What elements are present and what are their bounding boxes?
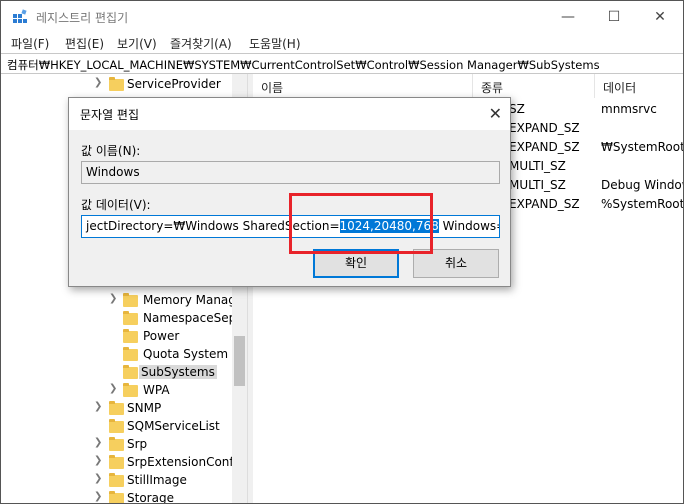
chevron-right-icon[interactable]: ❯	[94, 491, 104, 502]
column-header-name-label: 이름	[261, 81, 284, 95]
registry-app-icon	[13, 9, 27, 23]
folder-icon	[109, 77, 124, 91]
folder-icon	[109, 419, 124, 433]
row-type[interactable]: EXPAND_SZ	[509, 121, 580, 135]
address-path[interactable]: 컴퓨터₩HKEY_LOCAL_MACHINE₩SYSTEM₩CurrentCon…	[7, 57, 600, 73]
tree-item-label: Quota System	[143, 347, 229, 361]
row-data[interactable]: Debug Window	[601, 178, 683, 192]
tree-item-label: Memory Manage	[143, 293, 244, 307]
row-type[interactable]: EXPAND_SZ	[509, 197, 580, 211]
chevron-right-icon[interactable]: ❯	[94, 77, 104, 88]
menu-favorites[interactable]: 즐겨찾기(A)	[170, 35, 232, 52]
tree-item-label: SrpExtensionConfig	[127, 455, 245, 469]
menu-edit[interactable]: 편집(E)	[65, 35, 104, 52]
dialog-title: 문자열 편집	[80, 108, 140, 122]
row-type[interactable]: EXPAND_SZ	[509, 140, 580, 154]
value-name-label: 값 이름(N):	[81, 144, 141, 158]
tree-item-label: SQMServiceList	[127, 419, 220, 433]
window-title: 레지스트리 편집기	[36, 11, 129, 25]
row-type[interactable]: MULTI_SZ	[509, 178, 566, 192]
tree-item-label: ServiceProvider	[127, 77, 221, 91]
folder-icon	[123, 347, 138, 361]
value-data-text-tail: Windows=On Sub	[442, 219, 499, 233]
folder-icon	[109, 437, 124, 451]
chevron-right-icon[interactable]: ❯	[109, 383, 119, 394]
tree-item[interactable]: Quota System	[1, 346, 232, 364]
tree-item[interactable]: SQMServiceList	[1, 418, 232, 436]
folder-icon	[123, 311, 138, 325]
folder-icon	[109, 401, 124, 415]
tree-item[interactable]: ❯ Srp	[1, 436, 232, 454]
column-header-data-label: 데이터	[603, 81, 637, 95]
chevron-right-icon[interactable]: ❯	[94, 455, 104, 466]
folder-icon	[109, 455, 124, 469]
tree-item[interactable]: ❯ WPA	[1, 382, 232, 400]
tree-item-label: NamespaceSepa	[143, 311, 244, 325]
tree-item[interactable]: ❯ Memory Manage	[1, 292, 243, 310]
tree-item[interactable]: ❯ Storage	[1, 490, 232, 504]
value-name-field[interactable]: Windows	[81, 161, 500, 184]
tree-item[interactable]: Power	[1, 328, 232, 346]
edit-string-dialog: 문자열 편집 ✕ 값 이름(N): Windows 값 데이터(V): ject…	[68, 97, 511, 287]
tree-item-selected[interactable]: SubSystems	[1, 364, 232, 382]
row-data[interactable]: mnmsrvc	[601, 102, 657, 116]
address-bar[interactable]: 컴퓨터₩HKEY_LOCAL_MACHINE₩SYSTEM₩CurrentCon…	[1, 53, 683, 74]
tree-item[interactable]: ❯ ServiceProvider	[1, 76, 232, 94]
tree-item[interactable]: NamespaceSepa	[1, 310, 244, 328]
tree-scrollbar-thumb[interactable]	[234, 336, 245, 386]
row-data[interactable]: %SystemRoot%	[601, 197, 683, 211]
tree-item-label: SubSystems	[139, 365, 217, 379]
tree-item[interactable]: ❯ SrpExtensionConfig	[1, 454, 245, 472]
folder-icon	[109, 491, 124, 503]
tree-item-label: StillImage	[127, 473, 187, 487]
row-type[interactable]: SZ	[509, 102, 525, 116]
chevron-right-icon[interactable]: ❯	[109, 293, 119, 304]
column-header-data[interactable]: 데이터	[595, 74, 683, 98]
folder-icon	[123, 383, 138, 397]
tree-item-label: Power	[143, 329, 180, 343]
tree-item[interactable]: ❯ StillImage	[1, 472, 232, 490]
chevron-right-icon[interactable]: ❯	[94, 473, 104, 484]
title-bar: 레지스트리 편집기 — ☐ ✕	[1, 1, 683, 33]
row-type[interactable]: MULTI_SZ	[509, 159, 566, 173]
close-button[interactable]: ✕	[637, 1, 683, 33]
folder-icon	[123, 329, 138, 343]
dialog-close-icon[interactable]: ✕	[489, 104, 502, 123]
tree-item-label: WPA	[143, 383, 170, 397]
folder-icon	[109, 473, 124, 487]
registry-editor-window: 레지스트리 편집기 — ☐ ✕ 파일(F) 편집(E) 보기(V) 즐겨찾기(A…	[0, 0, 684, 504]
folder-icon	[123, 365, 138, 379]
column-header-type[interactable]: 종류	[473, 74, 595, 98]
column-header-name[interactable]: 이름	[253, 74, 473, 98]
minimize-button[interactable]: —	[545, 1, 591, 33]
menu-view[interactable]: 보기(V)	[117, 35, 157, 52]
tree-item-label: Srp	[127, 437, 148, 451]
menu-bar: 파일(F) 편집(E) 보기(V) 즐겨찾기(A) 도움말(H)	[1, 33, 683, 53]
red-highlight-box	[289, 193, 433, 254]
tree-item[interactable]: ❯ SNMP	[1, 400, 232, 418]
column-header-type-label: 종류	[481, 81, 504, 95]
folder-icon	[123, 293, 138, 307]
menu-help[interactable]: 도움말(H)	[249, 35, 301, 52]
dialog-title-bar: 문자열 편집 ✕	[69, 98, 510, 130]
chevron-right-icon[interactable]: ❯	[94, 437, 104, 448]
tree-item-label: SNMP	[127, 401, 162, 415]
row-data[interactable]: ₩SystemRoot₩	[601, 140, 683, 154]
chevron-right-icon[interactable]: ❯	[94, 401, 104, 412]
menu-file[interactable]: 파일(F)	[11, 35, 49, 52]
maximize-button[interactable]: ☐	[591, 1, 637, 33]
tree-item-label: Storage	[127, 491, 174, 504]
value-data-label: 값 데이터(V):	[81, 198, 151, 212]
